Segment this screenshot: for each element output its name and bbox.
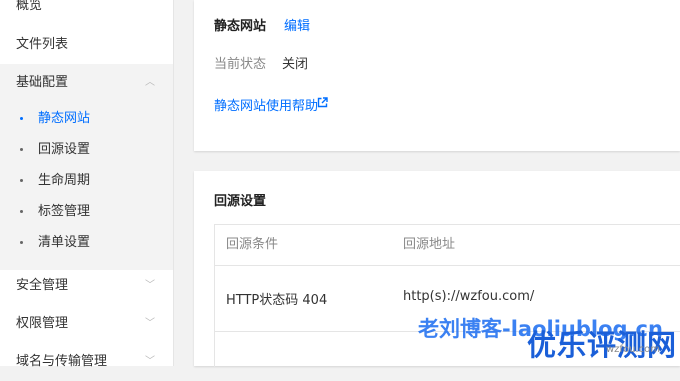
sidebar-item-overview[interactable]: 概览 xyxy=(0,0,173,25)
sidebar-subitem-origin-settings[interactable]: 回源设置 xyxy=(0,134,173,165)
sidebar-subitem-static-site[interactable]: 静态网站 xyxy=(0,103,173,134)
sidebar-item-label: 文件列表 xyxy=(16,37,69,52)
sidebar-item-security[interactable]: 安全管理 ﹀ xyxy=(0,267,173,305)
sidebar-group-label: 基础配置 xyxy=(16,75,69,90)
sidebar-group-header-basic-config[interactable]: 基础配置 ︿ xyxy=(0,64,173,102)
bullet-icon xyxy=(20,117,23,120)
column-header-address: 回源地址 xyxy=(403,237,456,252)
static-site-title: 静态网站 xyxy=(214,19,267,34)
sidebar-item-label: 概览 xyxy=(16,0,43,13)
sidebar-subitem-label: 静态网站 xyxy=(38,111,91,126)
sidebar-item-label: 安全管理 xyxy=(16,278,69,293)
edit-link[interactable]: 编辑 xyxy=(284,15,310,34)
sidebar-subitem-label: 清单设置 xyxy=(38,235,91,250)
sidebar-subitem-label: 标签管理 xyxy=(38,204,91,219)
static-site-card: 静态网站 编辑 当前状态 关闭 静态网站使用帮助 xyxy=(194,0,680,151)
status-value: 关闭 xyxy=(282,57,309,72)
bullet-icon xyxy=(20,210,23,213)
chevron-down-icon: ﹀ xyxy=(145,356,155,367)
sidebar-subitem-lifecycle[interactable]: 生命周期 xyxy=(0,165,173,196)
sidebar-subitem-inventory[interactable]: 清单设置 xyxy=(0,227,173,258)
sidebar: 概览 文件列表 基础配置 ︿ 静态网站 回源设置 生命周期 标签管理 清单设置 … xyxy=(0,0,174,369)
sidebar-item-label: 权限管理 xyxy=(16,316,69,331)
chevron-up-icon: ︿ xyxy=(145,77,155,88)
header-divider xyxy=(215,265,680,266)
sidebar-subitem-label: 回源设置 xyxy=(38,142,91,157)
sidebar-subitem-label: 生命周期 xyxy=(38,173,91,188)
bullet-icon xyxy=(20,241,23,244)
origin-title: 回源设置 xyxy=(214,194,267,209)
sidebar-item-domain-transfer[interactable]: 域名与传输管理 ﹀ xyxy=(0,343,173,381)
external-link-icon[interactable] xyxy=(317,97,328,108)
status-label: 当前状态 xyxy=(214,57,267,72)
column-header-condition: 回源条件 xyxy=(226,237,279,252)
sidebar-subitem-tag-management[interactable]: 标签管理 xyxy=(0,196,173,227)
sidebar-item-permissions[interactable]: 权限管理 ﹀ xyxy=(0,305,173,343)
sidebar-item-label: 域名与传输管理 xyxy=(16,354,108,369)
chevron-down-icon: ﹀ xyxy=(145,318,155,329)
sidebar-item-file-list[interactable]: 文件列表 xyxy=(0,26,173,64)
watermark-logo-text: 优乐评测网 xyxy=(527,328,678,362)
cell-condition: HTTP状态码 404 xyxy=(226,293,328,308)
bullet-icon xyxy=(20,148,23,151)
help-link[interactable]: 静态网站使用帮助 xyxy=(214,95,318,114)
bullet-icon xyxy=(20,179,23,182)
watermark-domain: wzfou.com xyxy=(606,344,660,355)
chevron-down-icon: ﹀ xyxy=(145,280,155,291)
main-content: 静态网站 编辑 当前状态 关闭 静态网站使用帮助 回源设置 回源条件 回源地址 … xyxy=(174,0,680,367)
cell-address: http(s)://wzfou.com/ xyxy=(403,289,535,304)
